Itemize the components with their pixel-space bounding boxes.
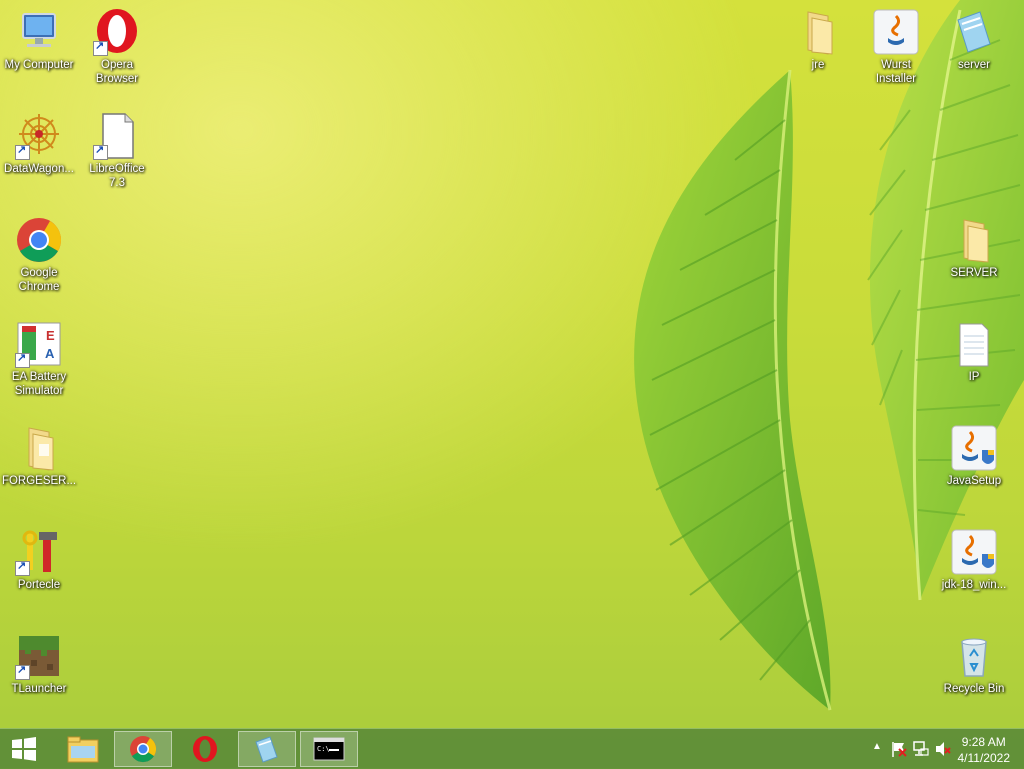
show-hidden-icons-chevron-icon[interactable]: ▲ bbox=[872, 741, 882, 752]
desktop-icon-label: FORGESER... bbox=[1, 475, 77, 487]
shortcut-arrow-icon bbox=[15, 559, 30, 576]
desktop-icon-datawagon[interactable]: DataWagon... bbox=[0, 112, 78, 176]
svg-text:C:\: C:\ bbox=[317, 745, 330, 753]
java-icon bbox=[872, 8, 920, 56]
desktop-icon-tlauncher[interactable]: TLauncher bbox=[0, 632, 78, 696]
file-explorer-icon bbox=[67, 736, 99, 763]
desktop-icon-ea-battery-simulator[interactable]: E A EA Battery Simulator bbox=[0, 320, 78, 398]
wallpaper-leaves bbox=[634, 0, 1024, 711]
clock-date: 4/11/2022 bbox=[957, 751, 1011, 765]
notepad-icon bbox=[255, 736, 278, 763]
shortcut-arrow-icon bbox=[93, 39, 108, 56]
desktop-icon-label: Google Chrome bbox=[18, 267, 60, 293]
desktop-icon-label: LibreOffice 7.3 bbox=[89, 163, 145, 189]
chrome-icon bbox=[130, 736, 157, 763]
desktop-icon-label: EA Battery Simulator bbox=[11, 371, 67, 397]
recycle-bin-icon bbox=[950, 632, 998, 680]
desktop-icon-label: IP bbox=[968, 371, 980, 383]
desktop-icon-server-folder[interactable]: SERVER bbox=[935, 216, 1013, 280]
desktop-icon-libreoffice[interactable]: LibreOffice 7.3 bbox=[78, 112, 156, 190]
desktop-icon-wurst-installer[interactable]: Wurst Installer bbox=[857, 8, 935, 86]
desktop-icon-label: My Computer bbox=[4, 59, 74, 71]
folder-icon bbox=[950, 216, 998, 264]
desktop-icon-label: Recycle Bin bbox=[943, 683, 1005, 695]
desktop-icon-label: Portecle bbox=[17, 579, 61, 591]
taskbar-chrome[interactable] bbox=[114, 731, 172, 767]
command-prompt-icon: C:\ bbox=[313, 737, 345, 761]
desktop-icon-label: jdk-18_win... bbox=[941, 579, 1007, 591]
desktop-icon-label: SERVER bbox=[950, 267, 998, 279]
network-icon[interactable] bbox=[912, 740, 930, 758]
opera-icon bbox=[93, 8, 141, 56]
desktop-icon-my-computer[interactable]: My Computer bbox=[0, 8, 78, 72]
desktop-icon-label: JavaSetup bbox=[946, 475, 1002, 487]
clock-time: 9:28 AM bbox=[961, 735, 1006, 749]
shortcut-arrow-icon bbox=[15, 663, 30, 680]
battery-icon: E A bbox=[15, 320, 63, 368]
notepad-icon bbox=[950, 8, 998, 56]
taskbar-notepad[interactable] bbox=[238, 731, 296, 767]
desktop-icon-jre[interactable]: jre bbox=[779, 8, 857, 72]
desktop-icon-portecle[interactable]: Portecle bbox=[0, 528, 78, 592]
desktop-icon-label: Wurst Installer bbox=[875, 59, 917, 85]
desktop-icon-opera-browser[interactable]: Opera Browser bbox=[78, 8, 156, 86]
opera-icon bbox=[193, 736, 217, 762]
desktop-icon-google-chrome[interactable]: Google Chrome bbox=[0, 216, 78, 294]
volume-muted-icon[interactable] bbox=[934, 740, 952, 758]
minecraft-grass-icon bbox=[15, 632, 63, 680]
libreoffice-icon bbox=[93, 112, 141, 160]
taskbar-file-explorer[interactable] bbox=[54, 731, 112, 767]
svg-text:A: A bbox=[45, 346, 55, 361]
desktop-icon-label: TLauncher bbox=[11, 683, 67, 695]
system-tray: ▲ 9:28 AM 4/11/2022 bbox=[844, 729, 1024, 769]
portecle-icon bbox=[15, 528, 63, 576]
text-file-icon bbox=[950, 320, 998, 368]
desktop-icon-recycle-bin[interactable]: Recycle Bin bbox=[935, 632, 1013, 696]
taskbar: C:\ ▲ 9:28 AM 4/11/2022 bbox=[0, 728, 1024, 769]
action-center-flag-icon[interactable] bbox=[890, 740, 908, 758]
desktop: My Computer Opera Browser DataWagon... bbox=[0, 0, 1024, 728]
desktop-icon-ip[interactable]: IP bbox=[935, 320, 1013, 384]
desktop-icon-label: jre bbox=[811, 59, 825, 71]
folder-icon bbox=[15, 424, 63, 472]
taskbar-opera[interactable] bbox=[176, 731, 234, 767]
java-setup-icon bbox=[950, 424, 998, 472]
computer-icon bbox=[15, 8, 63, 56]
datawagon-icon bbox=[15, 112, 63, 160]
taskbar-cmd[interactable]: C:\ bbox=[300, 731, 358, 767]
desktop-icon-javasetup[interactable]: JavaSetup bbox=[935, 424, 1013, 488]
start-button[interactable] bbox=[0, 731, 48, 767]
java-setup-icon bbox=[950, 528, 998, 576]
shortcut-arrow-icon bbox=[93, 143, 108, 160]
desktop-icon-jdk-18[interactable]: jdk-18_win... bbox=[935, 528, 1013, 592]
shortcut-arrow-icon bbox=[15, 351, 30, 368]
shortcut-arrow-icon bbox=[15, 143, 30, 160]
system-clock[interactable]: 9:28 AM 4/11/2022 bbox=[958, 734, 1011, 766]
desktop-icon-label: DataWagon... bbox=[4, 163, 74, 175]
desktop-icon-forgeser[interactable]: FORGESER... bbox=[0, 424, 78, 488]
chrome-icon bbox=[15, 216, 63, 264]
desktop-icon-label: server bbox=[958, 59, 990, 71]
folder-icon bbox=[794, 8, 842, 56]
svg-text:E: E bbox=[46, 328, 55, 343]
desktop-icon-label: Opera Browser bbox=[95, 59, 139, 85]
windows-logo-icon bbox=[12, 737, 36, 761]
desktop-icon-server[interactable]: server bbox=[935, 8, 1013, 72]
